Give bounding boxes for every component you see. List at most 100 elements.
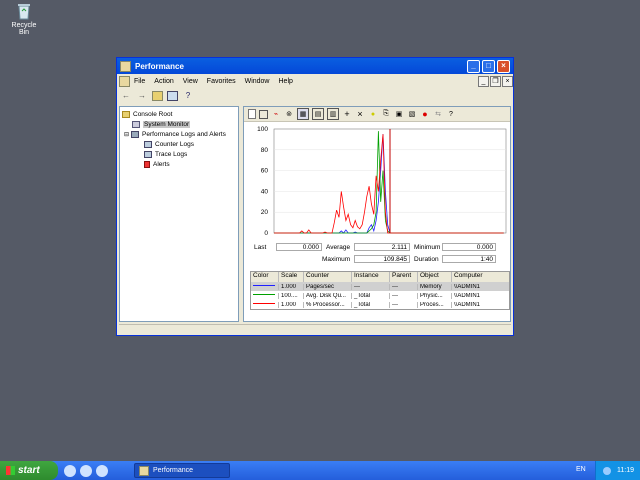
recycle-bin-icon[interactable]: Recycle Bin — [6, 2, 42, 36]
app-icon — [120, 60, 131, 72]
menu-bar: File Action View Favorites Window Help _… — [117, 74, 513, 88]
minimize-button[interactable]: _ — [467, 59, 480, 73]
back-arrow-icon[interactable]: ← — [120, 90, 132, 101]
view-log-data-icon[interactable]: ⊚ — [284, 109, 294, 119]
mdi-close-button[interactable]: × — [502, 75, 513, 87]
col-instance[interactable]: Instance — [352, 272, 390, 282]
legend-object: Proces... — [418, 301, 452, 308]
tree-item-perf-logs[interactable]: ⊟ Performance Logs and Alerts — [120, 129, 238, 139]
legend-scale: 1.000 — [279, 283, 304, 290]
tree-item-label: Counter Logs — [155, 140, 195, 148]
window-title: Performance — [135, 61, 184, 71]
minimum-label: Minimum — [414, 243, 441, 251]
legend-counter: Pages/sec — [304, 283, 352, 290]
col-scale[interactable]: Scale — [279, 272, 304, 282]
system-monitor-pane: ⌁ ⊚ ▦ ▤ ▥ + × ● ⎘ ▣ ▧ ● ⇆ ? 100 80 60 40 20 0… — [243, 106, 511, 322]
main-toolbar: ← → ? — [117, 88, 513, 103]
legend-computer: \\ADMIN1 — [454, 292, 481, 299]
legend-parent: --- — [390, 292, 418, 299]
menu-file[interactable]: File — [134, 78, 145, 85]
performance-window: Performance _ □ × File Action View Favor… — [116, 57, 514, 336]
y-tick-label: 60 — [261, 168, 269, 175]
tree-item-label: Console Root — [133, 110, 173, 118]
average-value: 2.111 — [354, 243, 410, 251]
y-tick-label: 0 — [264, 230, 268, 237]
delete-counter-icon[interactable]: × — [355, 109, 365, 119]
legend-row[interactable]: 100.... Avg. Disk Qu... _Total --- Physi… — [251, 291, 509, 300]
legend-header: Color Scale Counter Instance Parent Obje… — [251, 272, 509, 282]
show-desktop-icon[interactable] — [64, 464, 76, 477]
add-counter-icon[interactable]: + — [342, 109, 352, 119]
view-current-activity-icon[interactable]: ⌁ — [271, 109, 281, 119]
tree-item-label: Alerts — [153, 160, 170, 168]
legend-color-swatch — [251, 301, 279, 308]
freeze-display-icon[interactable]: ● — [420, 109, 430, 119]
menu-help[interactable]: Help — [279, 78, 293, 85]
properties-icon[interactable]: ▧ — [407, 109, 417, 119]
legend-object: Physic... — [418, 292, 452, 299]
tree-item-counter-logs[interactable]: Counter Logs — [120, 139, 238, 149]
legend-row[interactable]: 1.000 % Processor... _Total --- Proces..… — [251, 300, 509, 309]
recycle-bin-label: Recycle Bin — [11, 22, 37, 36]
view-histogram-icon[interactable]: ▤ — [312, 108, 324, 120]
menu-view[interactable]: View — [183, 78, 198, 85]
tree-item-console-root[interactable]: Console Root — [120, 109, 238, 119]
mdi-minimize-button[interactable]: _ — [478, 75, 489, 87]
legend-counter: Avg. Disk Qu... — [304, 292, 352, 299]
media-player-icon[interactable] — [80, 464, 92, 477]
update-data-icon[interactable]: ⇆ — [433, 109, 443, 119]
col-counter[interactable]: Counter — [304, 272, 352, 282]
tree-item-system-monitor[interactable]: System Monitor — [120, 119, 238, 129]
title-bar[interactable]: Performance _ □ × — [117, 58, 513, 74]
internet-explorer-icon[interactable] — [96, 464, 108, 477]
forward-arrow-icon[interactable]: → — [136, 90, 148, 101]
monitor-help-icon[interactable]: ? — [446, 109, 456, 119]
col-color[interactable]: Color — [251, 272, 279, 282]
col-parent[interactable]: Parent — [390, 272, 418, 282]
help-icon[interactable]: ? — [182, 90, 194, 101]
legend-counter: % Processor... — [304, 301, 352, 308]
show-tree-icon[interactable] — [167, 90, 178, 101]
maximize-button[interactable]: □ — [482, 59, 495, 73]
last-value: 0.000 — [276, 243, 322, 251]
col-computer[interactable]: Computer — [452, 272, 508, 282]
network-icon[interactable] — [603, 466, 611, 475]
new-counter-set-icon[interactable] — [248, 109, 256, 119]
collapse-icon[interactable]: ⊟ — [124, 131, 129, 138]
close-button[interactable]: × — [497, 59, 510, 73]
menu-action[interactable]: Action — [154, 78, 173, 85]
y-tick-label: 20 — [261, 209, 269, 216]
menu-favorites[interactable]: Favorites — [207, 78, 236, 85]
folder-icon — [122, 110, 130, 118]
view-report-icon[interactable]: ▥ — [327, 108, 339, 120]
tree-item-alerts[interactable]: Alerts — [120, 159, 238, 169]
y-tick-label: 40 — [261, 188, 269, 195]
statistics-bar: Last 0.000 Average 2.111 Minimum 0.000 M… — [246, 241, 508, 265]
windows-logo-icon — [6, 466, 15, 475]
view-graph-icon[interactable]: ▦ — [297, 108, 309, 120]
language-indicator[interactable]: EN — [576, 466, 586, 473]
highlight-icon[interactable]: ● — [368, 109, 378, 119]
tree-item-label: System Monitor — [143, 120, 191, 128]
up-folder-icon[interactable] — [152, 90, 163, 101]
copy-properties-icon[interactable]: ⎘ — [381, 109, 391, 119]
maximum-label: Maximum — [322, 255, 351, 263]
legend-row[interactable]: 1.000 Pages/sec --- --- Memory \\ADMIN1 — [251, 282, 509, 291]
paste-counter-list-icon[interactable]: ▣ — [394, 109, 404, 119]
status-bar — [119, 324, 511, 335]
alerts-icon — [144, 160, 150, 168]
minimum-value: 0.000 — [442, 243, 496, 251]
legend-parent: --- — [390, 301, 418, 308]
system-tray: 11:19 — [595, 461, 640, 480]
taskbar-item-performance[interactable]: Performance — [134, 463, 230, 478]
mdi-restore-button[interactable]: ❐ — [490, 75, 501, 87]
menu-window[interactable]: Window — [245, 78, 270, 85]
start-button[interactable]: start — [0, 461, 58, 480]
logs-icon — [131, 130, 140, 138]
col-object[interactable]: Object — [418, 272, 452, 282]
tree-item-trace-logs[interactable]: Trace Logs — [120, 149, 238, 159]
legend-parent: --- — [390, 283, 418, 290]
clear-display-icon[interactable] — [259, 109, 268, 119]
legend-object: Memory — [418, 283, 452, 290]
menu-app-icon[interactable] — [119, 75, 130, 87]
